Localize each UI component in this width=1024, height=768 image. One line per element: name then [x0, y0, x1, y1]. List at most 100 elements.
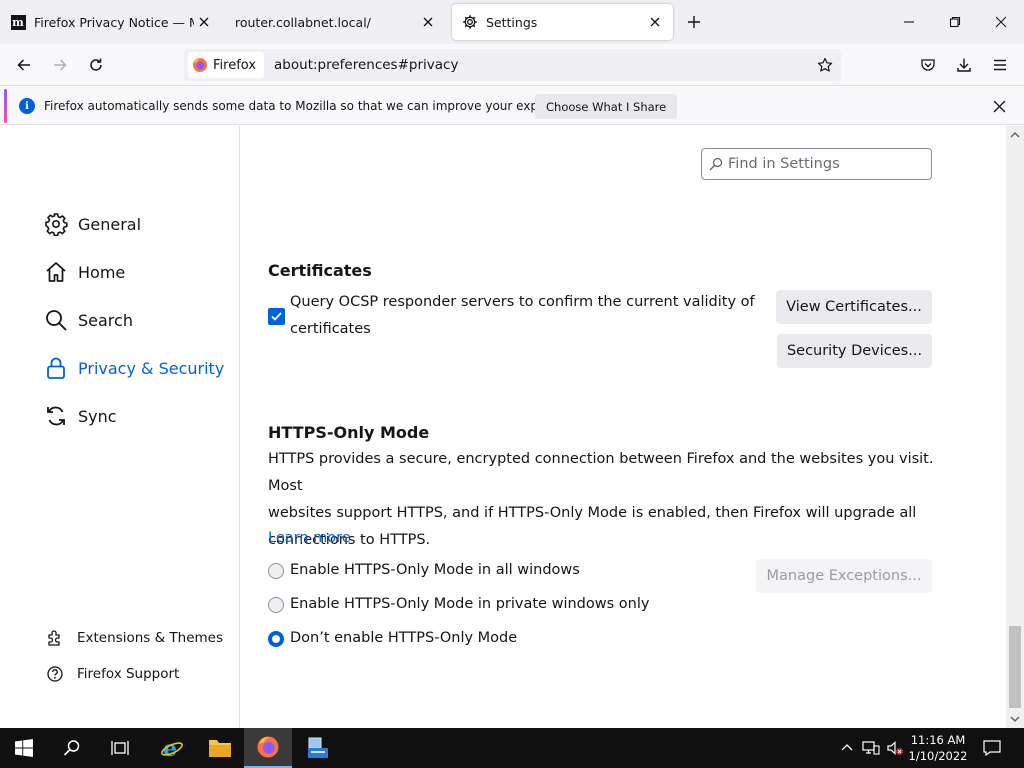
sidebar-item-label: Home: [78, 262, 126, 282]
identity-box[interactable]: Firefox: [188, 52, 265, 78]
close-notification-icon[interactable]: [988, 95, 1010, 117]
radio-label: Enable HTTPS-Only Mode in private window…: [290, 596, 650, 612]
sidebar-item-sync[interactable]: Sync: [44, 404, 117, 428]
internet-explorer-button[interactable]: e: [148, 728, 196, 768]
ocsp-label-line: Query OCSP responder servers to confirm …: [290, 294, 755, 310]
close-window-icon[interactable]: [986, 8, 1016, 36]
data-notification-bar: i Firefox automatically sends some data …: [0, 87, 1024, 125]
sidebar-item-label: General: [78, 214, 142, 234]
radio-https-private-only[interactable]: [268, 597, 284, 613]
scroll-up-icon[interactable]: [1006, 128, 1024, 142]
url-bar[interactable]: Firefox about:preferences#privacy: [184, 49, 841, 81]
firefox-support-link[interactable]: Firefox Support: [46, 665, 179, 683]
tab-router[interactable]: router.collabnet.local/: [220, 4, 446, 40]
radio-label: Enable HTTPS-Only Mode in all windows: [290, 562, 580, 578]
volume-muted-icon[interactable]: [884, 728, 906, 768]
start-button[interactable]: [0, 728, 48, 768]
tab-privacy-notice[interactable]: m Firefox Privacy Notice — Mozilla: [0, 4, 218, 40]
internet-explorer-icon: e: [161, 736, 183, 760]
reload-icon[interactable]: [82, 51, 110, 79]
system-clock[interactable]: 11:16 AM 1/10/2022: [906, 732, 970, 764]
folder-icon: [209, 740, 231, 757]
forward-icon[interactable]: [46, 51, 74, 79]
tab-title: Firefox Privacy Notice — Mozilla: [34, 14, 194, 30]
search-icon: [63, 740, 80, 756]
gear-icon: [45, 213, 68, 236]
clock-date: 1/10/2022: [908, 749, 968, 763]
firefox-logo-icon: [257, 736, 279, 758]
restore-icon[interactable]: [940, 8, 970, 36]
show-hidden-icons-chevron-icon[interactable]: [838, 728, 856, 768]
tab-title: router.collabnet.local/: [235, 14, 371, 30]
choose-what-i-share-button[interactable]: Choose What I Share: [535, 94, 678, 119]
new-tab-icon[interactable]: [682, 10, 706, 34]
ocsp-checkbox[interactable]: [268, 308, 285, 325]
back-icon[interactable]: [10, 51, 38, 79]
sidebar-item-label: Search: [78, 310, 133, 330]
lock-icon: [47, 357, 65, 379]
sidebar-item-home[interactable]: Home: [44, 260, 125, 284]
firefox-taskbar-button[interactable]: [244, 728, 292, 768]
search-icon: [46, 310, 67, 331]
settings-page: General Home Search Privacy & Security S…: [0, 126, 1024, 728]
gear-icon: [462, 14, 478, 30]
search-icon: [709, 157, 723, 171]
https-only-heading: HTTPS-Only Mode: [268, 423, 430, 442]
scrollbar-thumb[interactable]: [1009, 626, 1021, 708]
notification-message: Firefox automatically sends some data to…: [44, 99, 587, 113]
manage-exceptions-button[interactable]: Manage Exceptions...: [756, 559, 932, 593]
view-certificates-button[interactable]: View Certificates...: [776, 290, 932, 324]
tab-strip: m Firefox Privacy Notice — Mozilla route…: [0, 0, 1024, 44]
info-icon: i: [19, 98, 35, 114]
find-in-settings-input[interactable]: Find in Settings: [701, 148, 932, 180]
sidebar-item-search[interactable]: Search: [44, 308, 133, 332]
pocket-icon[interactable]: [914, 51, 942, 79]
bookmark-star-icon[interactable]: [811, 51, 839, 79]
windows-logo-icon: [15, 739, 33, 757]
learn-more-link[interactable]: Learn more: [268, 530, 351, 546]
hamburger-menu-icon[interactable]: [986, 51, 1014, 79]
task-view-button[interactable]: [96, 728, 144, 768]
sidebar-item-privacy-security[interactable]: Privacy & Security: [44, 356, 224, 380]
footer-link-label: Extensions & Themes: [77, 630, 224, 646]
file-explorer-button[interactable]: [196, 728, 244, 768]
find-placeholder: Find in Settings: [728, 156, 840, 172]
action-center-icon[interactable]: [980, 728, 1004, 768]
extensions-themes-link[interactable]: Extensions & Themes: [46, 629, 223, 647]
vertical-scrollbar[interactable]: [1006, 126, 1024, 728]
search-taskbar-button[interactable]: [48, 728, 96, 768]
security-devices-button[interactable]: Security Devices...: [777, 334, 932, 368]
https-only-description: HTTPS provides a secure, encrypted conne…: [268, 446, 948, 554]
puzzle-icon: [48, 630, 60, 646]
radio-label: Don’t enable HTTPS-Only Mode: [290, 630, 518, 646]
downloads-icon[interactable]: [950, 51, 978, 79]
firefox-logo-icon: [193, 58, 207, 72]
identity-label: Firefox: [213, 57, 257, 73]
home-icon: [46, 262, 66, 282]
notification-accent: [4, 89, 7, 123]
radio-https-all-windows[interactable]: [268, 563, 284, 579]
ocsp-label-line: certificates: [290, 321, 371, 337]
network-icon[interactable]: [860, 728, 882, 768]
network-app-button[interactable]: [294, 728, 342, 768]
description-line: websites support HTTPS, and if HTTPS-Onl…: [268, 505, 917, 521]
tab-settings[interactable]: Settings: [452, 4, 673, 40]
minimize-icon[interactable]: [894, 8, 924, 36]
url-text[interactable]: about:preferences#privacy: [274, 57, 811, 73]
server-manager-icon: [308, 737, 328, 758]
radio-https-disabled[interactable]: [268, 631, 284, 647]
close-tab-icon[interactable]: [194, 12, 214, 32]
certificates-heading: Certificates: [268, 261, 372, 280]
task-view-icon: [111, 741, 129, 755]
description-line: connections to HTTPS.: [268, 532, 431, 548]
clock-time: 11:16 AM: [910, 733, 966, 747]
ocsp-label: Query OCSP responder servers to confirm …: [290, 289, 755, 343]
help-icon: [47, 666, 63, 682]
windows-taskbar: e 11:16 AM 1/10/2022: [0, 728, 1024, 768]
sidebar-item-general[interactable]: General: [44, 212, 141, 236]
footer-link-label: Firefox Support: [77, 666, 180, 682]
scroll-down-icon[interactable]: [1006, 712, 1024, 726]
close-tab-icon[interactable]: [418, 12, 438, 32]
navigation-toolbar: Firefox about:preferences#privacy: [0, 44, 1024, 86]
close-tab-icon[interactable]: [645, 12, 665, 32]
